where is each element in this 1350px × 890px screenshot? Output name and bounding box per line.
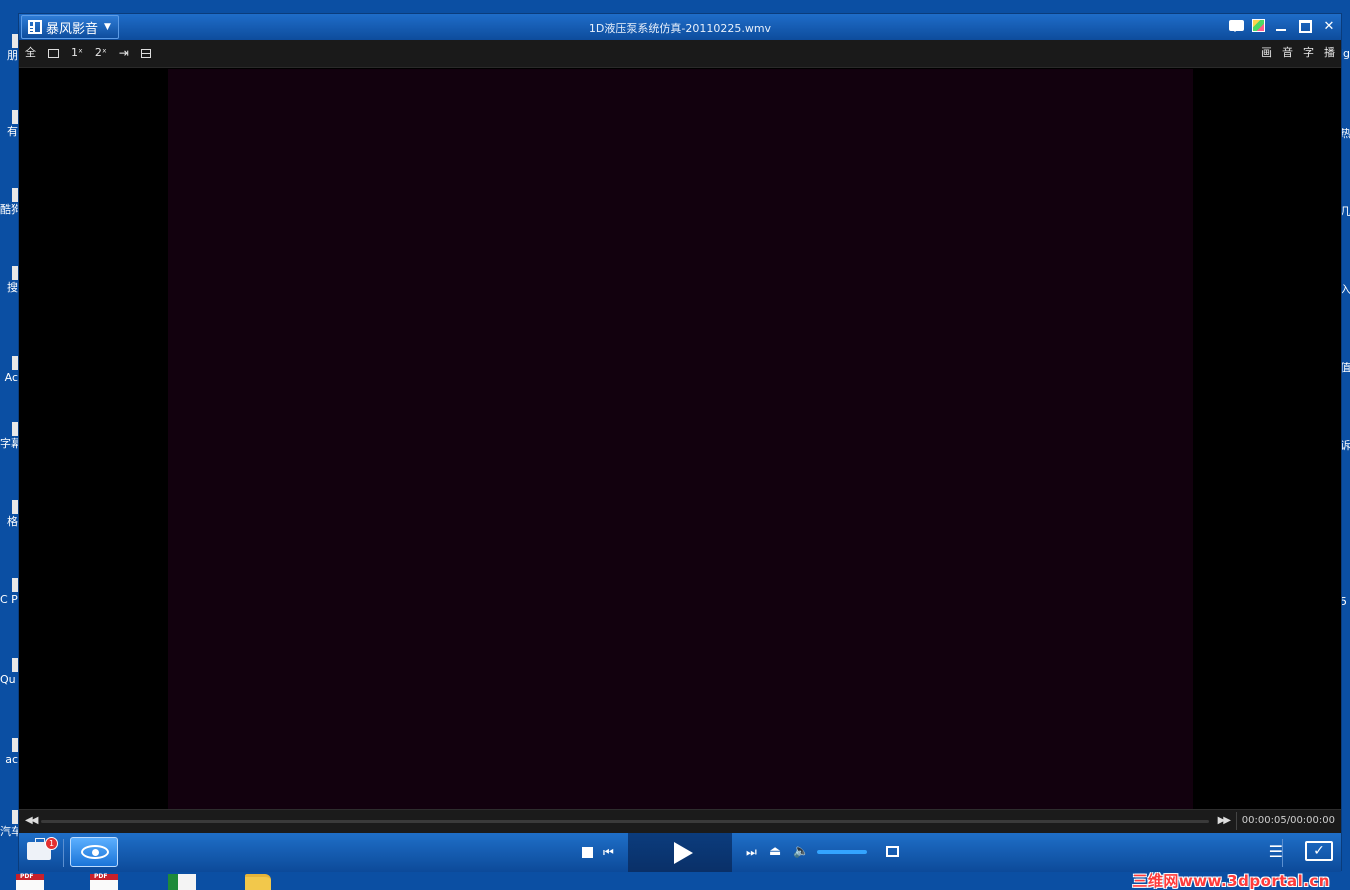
desktop-left-strip: 朋 有 酷狗 搜 Ac 字幕 格 C Pro Qu F ac 汽车 主动 xyxy=(0,0,18,870)
play-button[interactable] xyxy=(674,842,693,864)
eye-protection-button[interactable] xyxy=(70,837,118,867)
volume-slider[interactable] xyxy=(817,850,867,854)
view-toolbar: 全 1ˣ 2ˣ ⇥ 画 音 字 播 xyxy=(19,40,1341,68)
divider xyxy=(1236,812,1237,830)
playback-controls: ⏮ ⏭ ⏏ 🔈 xyxy=(579,833,909,872)
control-bar: 1 ⏮ ⏭ ⏏ 🔈 ☰ ✓ xyxy=(19,833,1341,872)
playlist-icon[interactable]: ☰ xyxy=(1269,842,1283,861)
previous-icon[interactable]: ⏮ xyxy=(603,845,614,860)
excel-file-icon[interactable] xyxy=(168,874,196,890)
chat-icon[interactable] xyxy=(1229,20,1244,32)
desktop-icon[interactable]: 有 xyxy=(0,110,18,138)
desktop-icon[interactable]: 格 xyxy=(0,500,18,528)
time-readout: 00:00:05/00:00:00 xyxy=(1241,815,1335,826)
watermark: 三维网www.3dportal.cn xyxy=(1132,872,1330,890)
volume-level xyxy=(817,850,867,854)
desktop-icon[interactable]: 汽车 主动 xyxy=(0,810,18,838)
window-title: 1D液压泵系统仿真-20110225.wmv xyxy=(588,22,772,35)
fullscreen-icon[interactable] xyxy=(886,846,899,857)
window-controls: ✕ xyxy=(1229,18,1337,34)
title-bar[interactable]: 暴风影音 ▼ 1D液压泵系统仿真-20110225.wmv ✕ xyxy=(19,14,1341,40)
next-icon[interactable]: ⏭ xyxy=(746,845,757,860)
picture-settings-button[interactable]: 画 xyxy=(1261,46,1272,60)
desktop-icon[interactable]: 朋 xyxy=(0,34,18,62)
minimize-button[interactable] xyxy=(1273,18,1289,34)
desktop-icon[interactable]: 酷狗 xyxy=(0,188,18,216)
checklist-icon[interactable]: ✓ xyxy=(1305,841,1333,861)
player-window: 暴风影音 ▼ 1D液压泵系统仿真-20110225.wmv ✕ 全 1ˣ 2ˣ … xyxy=(18,13,1342,872)
fast-forward-icon[interactable]: ▶▶ xyxy=(1218,815,1231,826)
divider xyxy=(63,839,64,867)
scale-2x-button[interactable]: 2ˣ xyxy=(95,46,107,60)
playback-settings-button[interactable]: 播 xyxy=(1324,46,1335,60)
desktop-icon[interactable]: 字幕 xyxy=(0,422,18,450)
notification-badge: 1 xyxy=(45,837,58,850)
video-area[interactable] xyxy=(19,69,1341,809)
audio-settings-button[interactable]: 音 xyxy=(1282,46,1293,60)
folder-icon[interactable] xyxy=(245,874,271,890)
aspect-ratio-icon[interactable] xyxy=(140,49,151,58)
pin-top-icon[interactable]: ⇥ xyxy=(119,46,129,60)
fullscreen-full-button[interactable]: 全 xyxy=(25,46,36,60)
play-button-bg xyxy=(628,833,732,872)
pdf-file-icon[interactable]: PDF xyxy=(16,874,44,890)
desktop-icon[interactable]: Ac xyxy=(0,356,18,384)
maximize-button[interactable] xyxy=(1297,18,1313,34)
eject-icon[interactable]: ⏏ xyxy=(769,844,781,859)
seek-bar: ◀◀ ▶▶ 00:00:05/00:00:00 xyxy=(19,809,1341,833)
video-frame[interactable] xyxy=(168,69,1193,809)
skin-icon[interactable] xyxy=(1252,19,1265,32)
desktop-icon[interactable]: 搜 xyxy=(0,266,18,294)
subtitle-settings-button[interactable]: 字 xyxy=(1303,46,1314,60)
progress-track[interactable] xyxy=(41,820,1209,823)
rewind-icon[interactable]: ◀◀ xyxy=(25,815,38,826)
desktop-icon[interactable]: Qu F xyxy=(0,658,18,686)
volume-icon[interactable]: 🔈 xyxy=(793,844,809,859)
mini-mode-icon[interactable] xyxy=(48,49,59,58)
scale-1x-button[interactable]: 1ˣ xyxy=(71,46,83,60)
pdf-file-icon[interactable]: PDF xyxy=(90,874,118,890)
stop-button[interactable] xyxy=(582,847,593,858)
desktop-icon[interactable]: C Pro xyxy=(0,578,18,606)
close-button[interactable]: ✕ xyxy=(1321,18,1337,34)
eye-icon xyxy=(81,845,109,859)
desktop-icon[interactable]: ac xyxy=(0,738,18,766)
